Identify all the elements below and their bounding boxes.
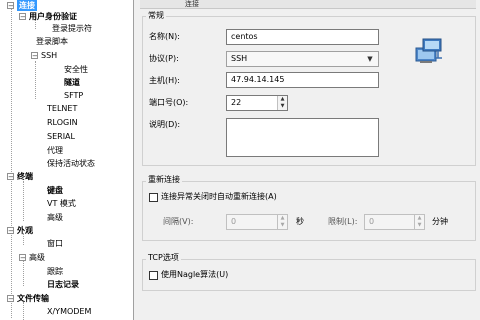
- tree-item-authentication[interactable]: − 用户身份验证: [19, 11, 77, 22]
- tree-item-serial[interactable]: SERIAL: [47, 131, 75, 142]
- collapse-icon[interactable]: −: [19, 13, 26, 21]
- description-textarea[interactable]: [226, 118, 379, 157]
- tree-item-connection[interactable]: − 连接: [7, 0, 37, 11]
- auto-reconnect-checkbox[interactable]: [149, 193, 158, 202]
- tree-item-rlogin[interactable]: RLOGIN: [47, 117, 78, 128]
- tree-item-appearance[interactable]: − 外观: [7, 225, 33, 236]
- tree-item-logging[interactable]: 日志记录: [47, 279, 79, 290]
- spin-down-icon[interactable]: ▼: [278, 103, 287, 110]
- tree-item-window[interactable]: 窗口: [47, 238, 63, 249]
- limit-spin-buttons[interactable]: ▲ ▼: [414, 215, 424, 229]
- tcp-options-group-title: TCP选项: [146, 253, 181, 263]
- tree-guide: [11, 6, 12, 318]
- protocol-select-value: SSH: [231, 54, 248, 63]
- nagle-checkbox[interactable]: [149, 271, 158, 280]
- tree-item-telnet[interactable]: TELNET: [47, 103, 77, 114]
- spin-up-icon[interactable]: ▲: [278, 215, 287, 222]
- tree-item-terminal-advanced[interactable]: 高级: [47, 212, 63, 223]
- name-input[interactable]: centos: [226, 29, 379, 45]
- category-tree[interactable]: − 连接 − 用户身份验证 登录提示符 登录脚本 − SSH 安全性 隧道 SFTP …: [0, 0, 134, 320]
- collapse-icon[interactable]: −: [31, 52, 38, 60]
- nagle-label: 使用Nagle算法(U): [161, 270, 229, 279]
- tree-guide: [23, 302, 24, 320]
- tree-item-vt-mode[interactable]: VT 模式: [47, 198, 76, 209]
- collapse-icon[interactable]: −: [7, 2, 14, 10]
- tree-guide: [35, 61, 36, 99]
- reconnect-group-title: 重新连接: [146, 175, 182, 185]
- tree-item-proxy[interactable]: 代理: [47, 145, 63, 156]
- protocol-label: 协议(P):: [149, 54, 179, 63]
- network-computer-icon: [415, 38, 442, 63]
- limit-label: 限制(L):: [328, 217, 358, 226]
- name-label: 名称(N):: [149, 32, 180, 41]
- minutes-unit: 分钟: [432, 217, 448, 226]
- spin-down-icon[interactable]: ▼: [278, 222, 287, 229]
- tree-guide: [23, 260, 24, 286]
- description-label: 说明(D):: [149, 120, 181, 129]
- tree-item-tunnel[interactable]: 隧道: [64, 77, 80, 88]
- tree-guide: [23, 181, 24, 221]
- tree-item-terminal[interactable]: − 终端: [7, 171, 33, 182]
- port-value: 22: [231, 98, 242, 107]
- host-label: 主机(H):: [149, 76, 180, 85]
- interval-stepper[interactable]: 0 ▲ ▼: [226, 214, 288, 230]
- tree-item-login-prompt[interactable]: 登录提示符: [52, 23, 92, 34]
- auto-reconnect-label: 连接异常关闭时自动重新连接(A): [161, 192, 277, 201]
- port-label: 端口号(O):: [149, 98, 189, 107]
- general-group-title: 常规: [146, 11, 166, 21]
- collapse-icon[interactable]: −: [7, 295, 14, 303]
- port-spin-buttons[interactable]: ▲ ▼: [277, 96, 287, 110]
- tree-item-file-transfer[interactable]: − 文件传输: [7, 293, 49, 304]
- host-input[interactable]: 47.94.14.145: [226, 72, 379, 88]
- interval-value: 0: [231, 217, 237, 226]
- tree-item-ssh[interactable]: − SSH: [31, 50, 57, 61]
- tree-item-security[interactable]: 安全性: [64, 64, 88, 75]
- reconnect-group: [142, 181, 476, 241]
- interval-label: 间隔(V):: [163, 217, 194, 226]
- spin-down-icon[interactable]: ▼: [415, 222, 424, 229]
- limit-stepper[interactable]: 0 ▲ ▼: [364, 214, 425, 230]
- chevron-down-icon[interactable]: ▼: [363, 53, 377, 66]
- interval-spin-buttons[interactable]: ▲ ▼: [277, 215, 287, 229]
- tree-item-xymodem[interactable]: X/YMODEM: [47, 306, 91, 317]
- tree-item-keepalive[interactable]: 保持活动状态: [47, 158, 95, 169]
- limit-value: 0: [369, 217, 375, 226]
- tree-item-sftp[interactable]: SFTP: [64, 90, 83, 101]
- collapse-icon[interactable]: −: [7, 173, 14, 181]
- panel-title: 连接: [140, 0, 476, 9]
- port-stepper[interactable]: 22 ▲ ▼: [226, 95, 288, 111]
- tree-item-keyboard[interactable]: 键盘: [47, 185, 63, 196]
- spin-up-icon[interactable]: ▲: [278, 96, 287, 103]
- spin-up-icon[interactable]: ▲: [415, 215, 424, 222]
- tree-item-trace[interactable]: 跟踪: [47, 266, 63, 277]
- protocol-select[interactable]: SSH ▼: [226, 51, 379, 67]
- tree-item-advanced[interactable]: − 高级: [19, 252, 45, 263]
- seconds-unit: 秒: [296, 217, 304, 226]
- tree-item-login-script[interactable]: 登录脚本: [36, 36, 68, 47]
- collapse-icon[interactable]: −: [7, 227, 14, 235]
- collapse-icon[interactable]: −: [19, 254, 26, 262]
